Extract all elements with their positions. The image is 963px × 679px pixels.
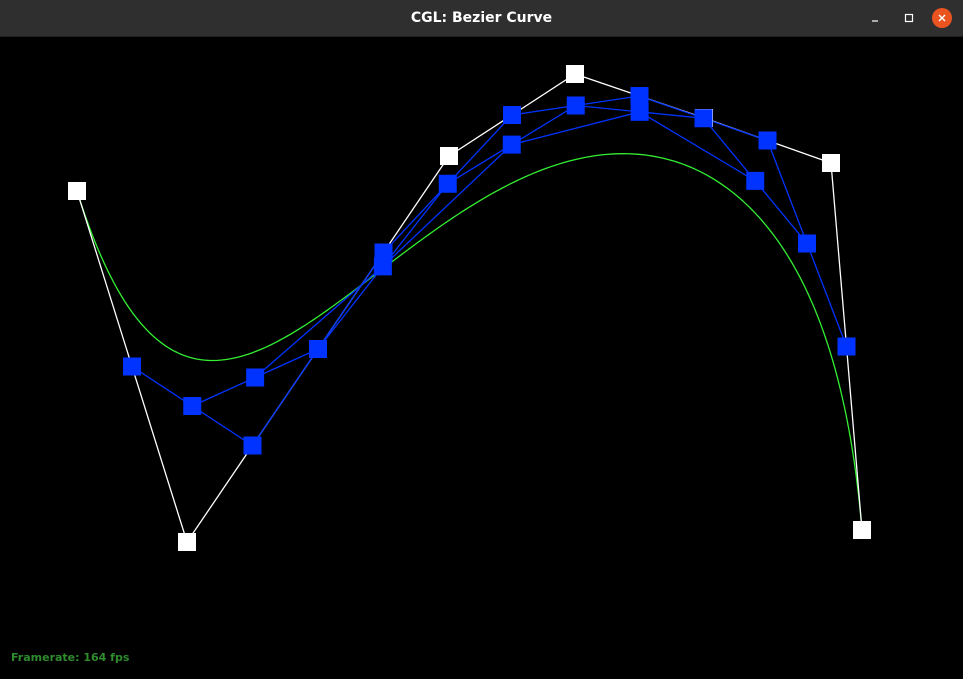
intermediate-point bbox=[630, 87, 649, 105]
maximize-icon bbox=[904, 13, 914, 23]
control-polygon bbox=[76, 73, 863, 544]
control-point-handle[interactable] bbox=[853, 521, 871, 539]
intermediate-point bbox=[503, 106, 521, 124]
control-point-handle[interactable] bbox=[178, 533, 196, 551]
intermediate-point bbox=[438, 174, 457, 193]
intermediate-point bbox=[630, 102, 649, 121]
maximize-button[interactable] bbox=[899, 8, 919, 28]
app-window: CGL: Bezier Curve Framerate: 164 fps bbox=[0, 0, 963, 679]
intermediate-point bbox=[246, 368, 265, 387]
intermediate-point bbox=[373, 257, 392, 276]
bezier-scene bbox=[68, 65, 871, 551]
intermediate-point bbox=[566, 96, 585, 115]
intermediate-point bbox=[309, 340, 327, 358]
window-title: CGL: Bezier Curve bbox=[410, 10, 553, 26]
control-point-handle[interactable] bbox=[566, 65, 584, 83]
intermediate-point bbox=[758, 131, 777, 150]
minimize-icon bbox=[872, 20, 878, 22]
intermediate-point bbox=[694, 109, 713, 128]
framerate-label: Framerate: 164 fps bbox=[11, 651, 130, 664]
intermediate-point bbox=[746, 171, 765, 190]
intermediate-polygon-level-1 bbox=[131, 95, 848, 447]
close-button[interactable] bbox=[932, 8, 952, 28]
close-icon bbox=[938, 14, 946, 22]
minimize-button[interactable] bbox=[865, 8, 885, 28]
intermediate-point bbox=[837, 337, 856, 356]
intermediate-point bbox=[243, 436, 262, 455]
intermediate-point bbox=[123, 357, 141, 376]
title-bar[interactable]: CGL: Bezier Curve bbox=[0, 0, 963, 37]
intermediate-polygon-level-2 bbox=[191, 104, 808, 407]
control-point-handle[interactable] bbox=[822, 154, 840, 172]
intermediate-point bbox=[502, 135, 521, 154]
render-canvas[interactable] bbox=[0, 37, 963, 679]
intermediate-point bbox=[183, 397, 202, 415]
intermediate-point bbox=[798, 234, 816, 253]
bezier-curve bbox=[76, 153, 863, 531]
control-point-handle[interactable] bbox=[440, 147, 458, 165]
control-point-handle[interactable] bbox=[68, 182, 86, 200]
